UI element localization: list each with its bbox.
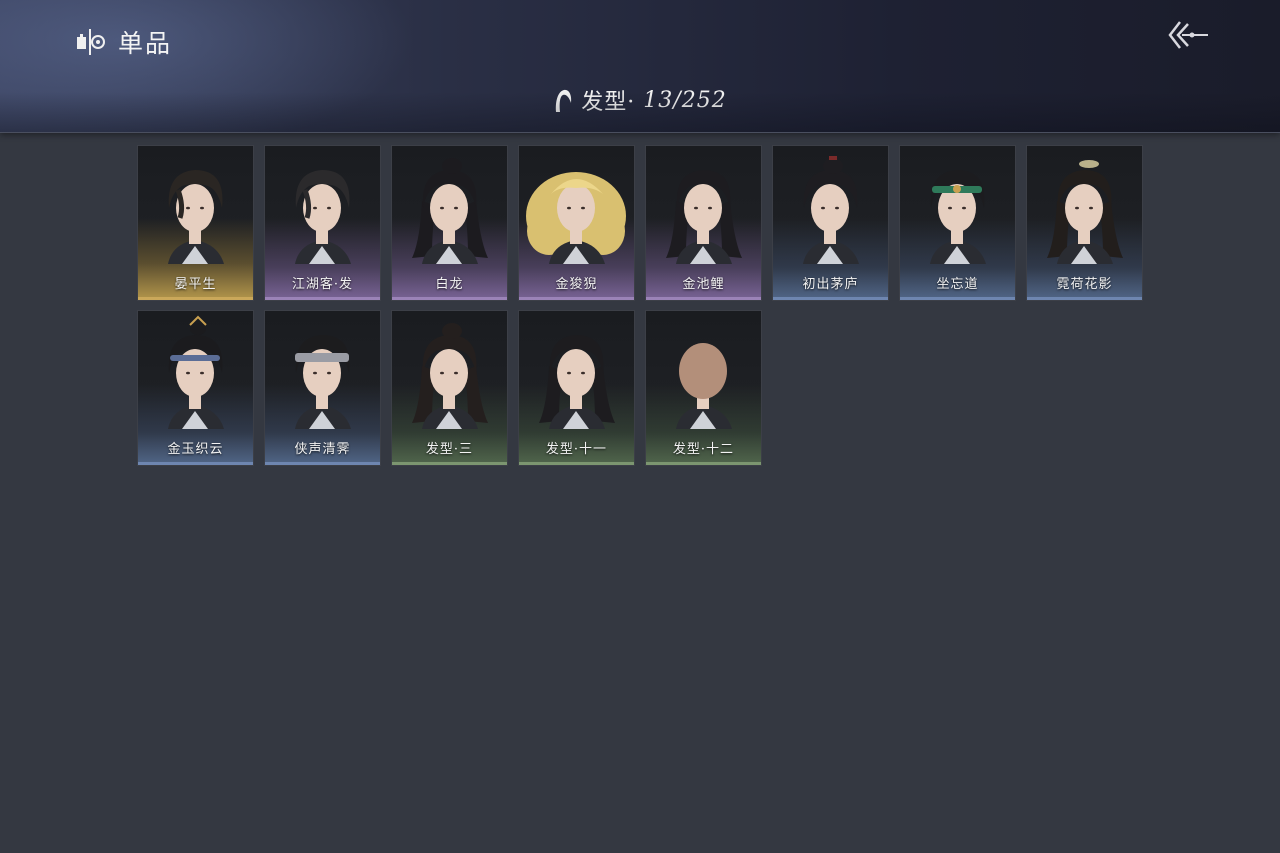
character-portrait	[295, 335, 351, 429]
hairstyle-card[interactable]: 金玉织云	[137, 310, 254, 466]
hairstyle-card[interactable]: 金池鲤	[645, 145, 762, 301]
title-group: 单品	[74, 24, 172, 60]
hairstyle-card[interactable]: 坐忘道	[899, 145, 1016, 301]
rarity-edge	[138, 462, 253, 465]
hairstyle-card[interactable]: 发型·十一	[518, 310, 635, 466]
back-arrow-icon[interactable]	[1166, 18, 1210, 52]
hairstyle-card[interactable]: 侠声清霁	[264, 310, 381, 466]
hairstyle-card[interactable]: 初出茅庐	[772, 145, 889, 301]
hairstyle-name: 发型·三	[425, 442, 474, 457]
hairstyle-name: 初出茅庐	[802, 277, 859, 292]
category-label: 发型·	[581, 90, 636, 115]
hairstyle-card[interactable]: 发型·三	[391, 310, 508, 466]
character-portrait	[412, 323, 488, 429]
character-portrait	[412, 158, 488, 264]
hairstyle-name: 金狻猊	[555, 277, 598, 292]
hairstyle-name: 发型·十二	[672, 442, 735, 457]
rarity-edge	[265, 462, 380, 465]
character-portrait	[676, 343, 732, 429]
category-count: 13/252	[643, 87, 727, 113]
character-portrait	[168, 170, 224, 264]
rarity-edge	[392, 297, 507, 300]
hairstyle-name: 白龙	[435, 277, 464, 292]
rarity-edge	[519, 297, 634, 300]
rarity-edge	[392, 462, 507, 465]
hairstyle-card[interactable]: 发型·十二	[645, 310, 762, 466]
rarity-edge	[646, 297, 761, 300]
rarity-edge	[646, 462, 761, 465]
rarity-edge	[773, 297, 888, 300]
hairstyle-card[interactable]: 江湖客·发	[264, 145, 381, 301]
hairstyle-card[interactable]: 霓荷花影	[1026, 145, 1143, 301]
rarity-edge	[138, 297, 253, 300]
category-indicator: 发型· 13/252	[0, 84, 1280, 116]
hairstyle-card[interactable]: 白龙	[391, 145, 508, 301]
mirror-frame-icon	[77, 29, 105, 55]
hairstyle-name: 霓荷花影	[1056, 277, 1113, 292]
rarity-edge	[1027, 297, 1142, 300]
character-portrait	[295, 170, 351, 264]
hairstyle-name: 发型·十一	[545, 442, 608, 457]
hair-icon	[556, 89, 572, 112]
hairstyle-name: 金玉织云	[167, 442, 224, 457]
item-grid: 晏平生 江湖客·发 白龙 金狻猊 金池鲤 初出茅庐 坐忘道 霓荷花影 金玉织云 …	[137, 145, 1147, 470]
hairstyle-card[interactable]: 金狻猊	[518, 145, 635, 301]
character-portrait	[526, 172, 626, 264]
hairstyle-name: 侠声清霁	[294, 442, 351, 457]
hairstyle-name: 江湖客·发	[291, 277, 354, 292]
page-title: 单品	[118, 29, 173, 58]
hairstyle-name: 金池鲤	[682, 277, 725, 292]
character-portrait	[930, 170, 986, 264]
hairstyle-name: 晏平生	[174, 277, 217, 292]
hairstyle-name: 坐忘道	[936, 277, 979, 292]
character-portrait	[539, 335, 615, 429]
character-portrait	[666, 170, 742, 264]
character-portrait	[168, 315, 224, 429]
character-portrait	[803, 156, 859, 264]
rarity-edge	[519, 462, 634, 465]
rarity-edge	[900, 297, 1015, 300]
character-portrait	[1047, 160, 1123, 264]
rarity-edge	[265, 297, 380, 300]
hairstyle-card[interactable]: 晏平生	[137, 145, 254, 301]
header-bar: 单品 发型· 13/252	[0, 0, 1280, 133]
